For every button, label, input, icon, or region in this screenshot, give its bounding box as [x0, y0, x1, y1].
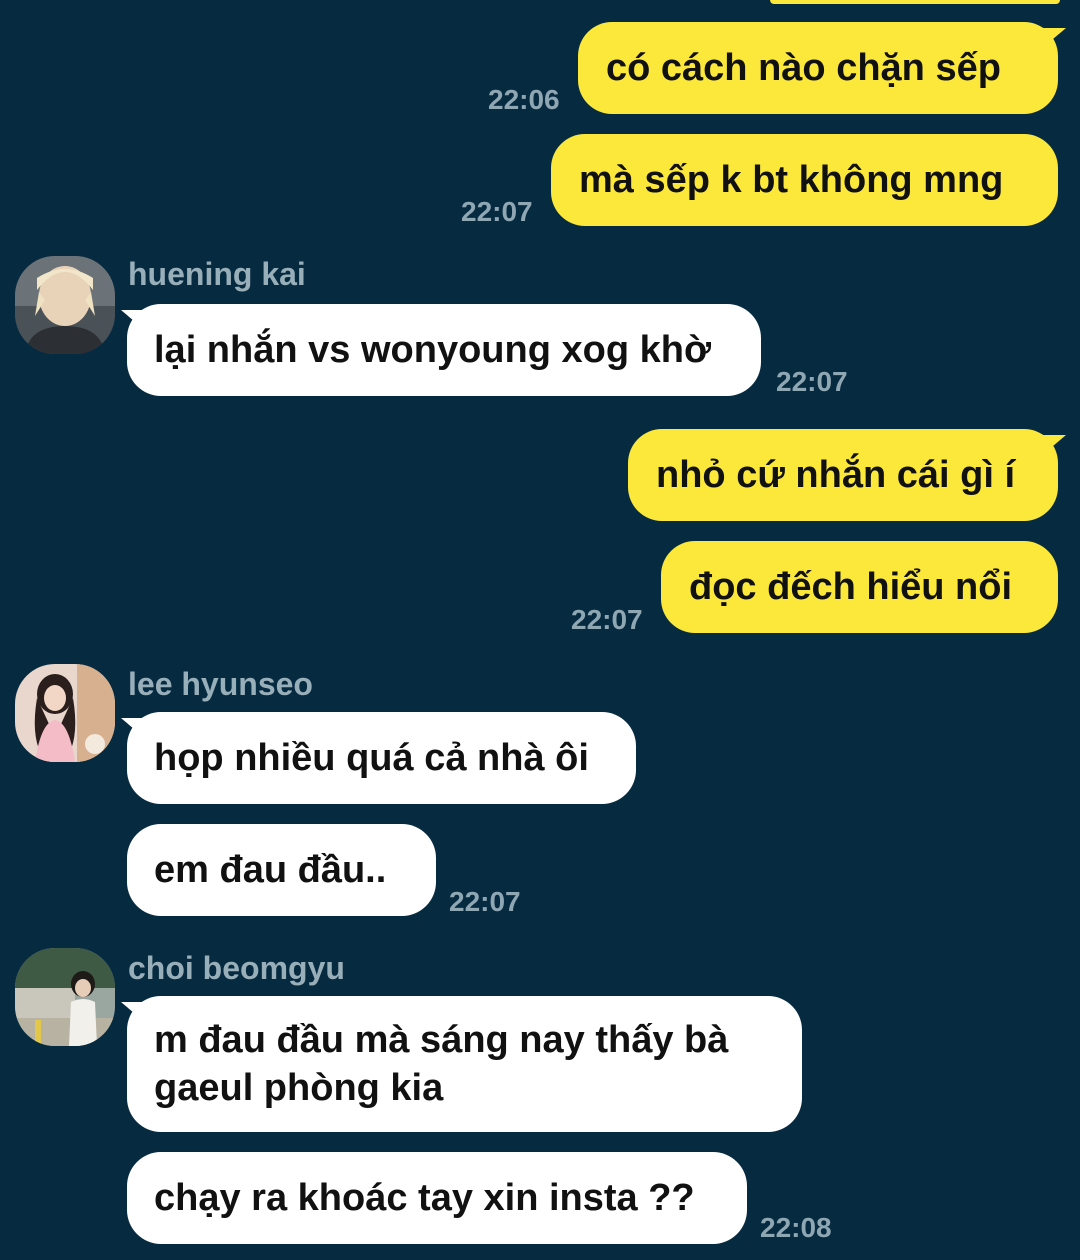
message-bubble-outgoing[interactable]: có cách nào chặn sếp: [578, 22, 1058, 114]
sender-name: lee hyunseo: [128, 666, 313, 702]
message-bubble-outgoing[interactable]: mà sếp k bt không mng: [551, 134, 1058, 226]
message-bubble-outgoing[interactable]: nhỏ cứ nhắn cái gì í: [628, 429, 1058, 521]
timestamp: 22:07: [571, 604, 643, 635]
timestamp: 22:06: [488, 84, 560, 115]
timestamp: 22:07: [776, 366, 848, 397]
avatar-lee-hyunseo[interactable]: [15, 664, 115, 762]
message-bubble-incoming[interactable]: em đau đầu..: [127, 824, 436, 916]
message-text: m đau đầu mà sáng nay thấy bà gaeul phòn…: [154, 1019, 729, 1109]
avatar-huening-kai[interactable]: [15, 256, 115, 354]
avatar-image: [15, 948, 115, 1046]
bubble-tail: [1040, 435, 1066, 457]
message-bubble-incoming[interactable]: họp nhiều quá cả nhà ôi: [127, 712, 636, 804]
bubble-tail: [1040, 28, 1066, 50]
message-text: mà sếp k bt không mng: [579, 159, 1004, 201]
avatar-image: [15, 256, 115, 354]
message-text: lại nhắn vs wonyoung xog khờ: [154, 329, 711, 371]
timestamp: 22:07: [461, 196, 533, 227]
message-bubble-incoming[interactable]: lại nhắn vs wonyoung xog khờ: [127, 304, 761, 396]
avatar-image: [15, 664, 115, 762]
message-bubble-incoming[interactable]: chạy ra khoác tay xin insta ??: [127, 1152, 747, 1244]
message-text: có cách nào chặn sếp: [606, 47, 1001, 89]
bubble-tail: [121, 1002, 147, 1024]
message-text: họp nhiều quá cả nhà ôi: [154, 737, 589, 779]
message-text: em đau đầu..: [154, 849, 387, 891]
message-text: nhỏ cứ nhắn cái gì í: [656, 454, 1015, 496]
message-text: chạy ra khoác tay xin insta ??: [154, 1177, 695, 1219]
bubble-tail: [121, 310, 147, 332]
previous-message-bubble[interactable]: [770, 0, 1060, 4]
timestamp: 22:08: [760, 1212, 832, 1243]
avatar-choi-beomgyu[interactable]: [15, 948, 115, 1046]
sender-name: huening kai: [128, 256, 306, 292]
message-bubble-incoming[interactable]: m đau đầu mà sáng nay thấy bà gaeul phòn…: [127, 996, 802, 1132]
message-text: đọc đếch hiểu nổi: [689, 566, 1013, 608]
message-bubble-outgoing[interactable]: đọc đếch hiểu nổi: [661, 541, 1058, 633]
sender-name: choi beomgyu: [128, 950, 345, 986]
timestamp: 22:07: [449, 886, 521, 917]
bubble-tail: [121, 718, 147, 740]
